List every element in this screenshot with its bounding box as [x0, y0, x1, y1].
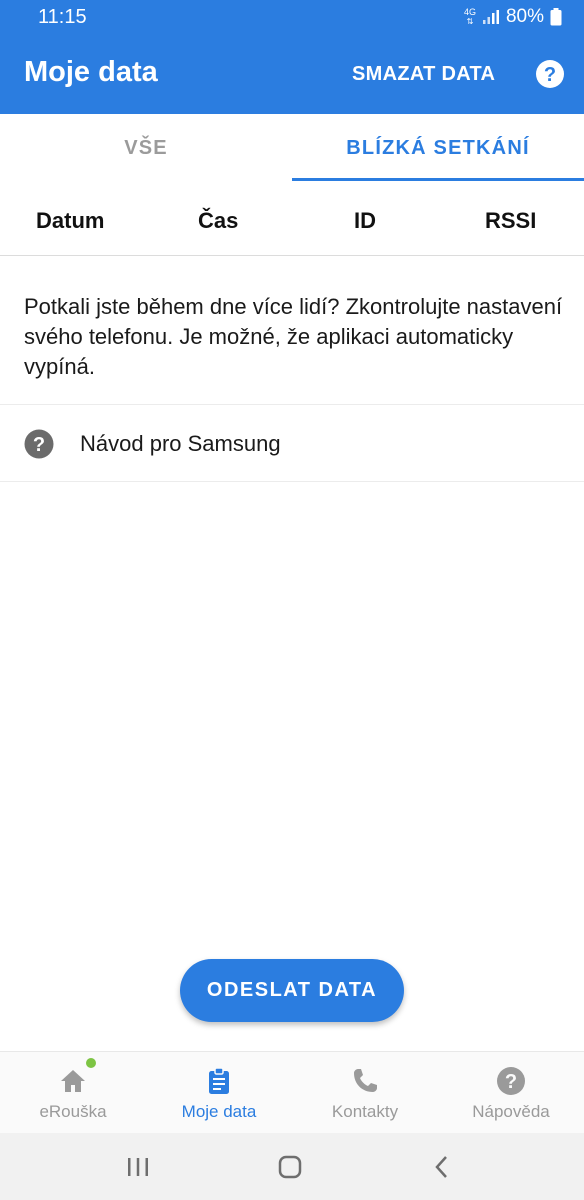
status-badge [86, 1058, 96, 1068]
help-circle-icon: ? [497, 1067, 525, 1095]
nav-label: Kontakty [331, 1102, 399, 1121]
send-data-button[interactable]: ODESLAT DATA [180, 959, 404, 1022]
table-header: Datum Čas ID RSSI [0, 182, 584, 256]
header-rssi: RSSI [485, 208, 537, 233]
signal-icon [482, 10, 499, 24]
page-title: Moje data [24, 56, 158, 88]
clipboard-icon [209, 1067, 229, 1094]
header-time: Čas [198, 208, 239, 233]
tab-bar: VŠE BLÍZKÁ SETKÁNÍ [0, 114, 584, 182]
network-type: 4G ⇅ [463, 7, 476, 27]
recent-apps-icon[interactable] [123, 1152, 153, 1182]
help-circle-icon[interactable]: ? [535, 59, 565, 89]
bottom-navigation: eRouška Moje data Kontakty ? Nápověda [0, 1051, 584, 1133]
home-icon [61, 1070, 85, 1092]
delete-data-button[interactable]: SMAZAT DATA [352, 63, 495, 86]
nav-label: Nápověda [472, 1102, 550, 1121]
battery-icon [550, 8, 562, 26]
info-message: Potkali jste během dne více lidí? Zkontr… [24, 294, 563, 379]
divider [0, 404, 584, 405]
nav-item-my-data[interactable]: Moje data [146, 1052, 292, 1134]
phone-icon [354, 1069, 377, 1092]
battery-percent: 80% [505, 6, 544, 27]
nav-label: Moje data [181, 1102, 257, 1121]
status-indicators: 4G ⇅ 80% [464, 6, 562, 28]
header-date: Datum [36, 208, 105, 233]
app-bar: Moje data SMAZAT DATA ? [0, 34, 584, 114]
tab-all[interactable]: VŠE [0, 114, 292, 182]
nav-item-help[interactable]: ? Nápověda [438, 1052, 584, 1134]
help-circle-icon: ? [24, 429, 54, 459]
svg-text:?: ? [544, 64, 556, 86]
nav-item-erouska[interactable]: eRouška [0, 1052, 146, 1134]
samsung-guide-label: Návod pro Samsung [80, 431, 281, 456]
status-bar: 11:15 4G ⇅ 80% [0, 0, 584, 34]
active-tab-indicator [292, 178, 584, 181]
nav-item-contacts[interactable]: Kontakty [292, 1052, 438, 1134]
divider [0, 481, 584, 482]
home-button-icon[interactable] [275, 1152, 305, 1182]
system-navigation-bar [0, 1133, 584, 1200]
svg-text:?: ? [33, 434, 45, 456]
header-id: ID [354, 208, 376, 233]
back-icon[interactable] [427, 1152, 457, 1182]
status-time: 11:15 [38, 6, 87, 28]
tab-close-encounters[interactable]: BLÍZKÁ SETKÁNÍ [292, 114, 584, 182]
svg-text:?: ? [505, 1071, 517, 1093]
samsung-guide-link[interactable]: ? Návod pro Samsung [0, 406, 584, 481]
nav-label: eRouška [39, 1102, 107, 1121]
